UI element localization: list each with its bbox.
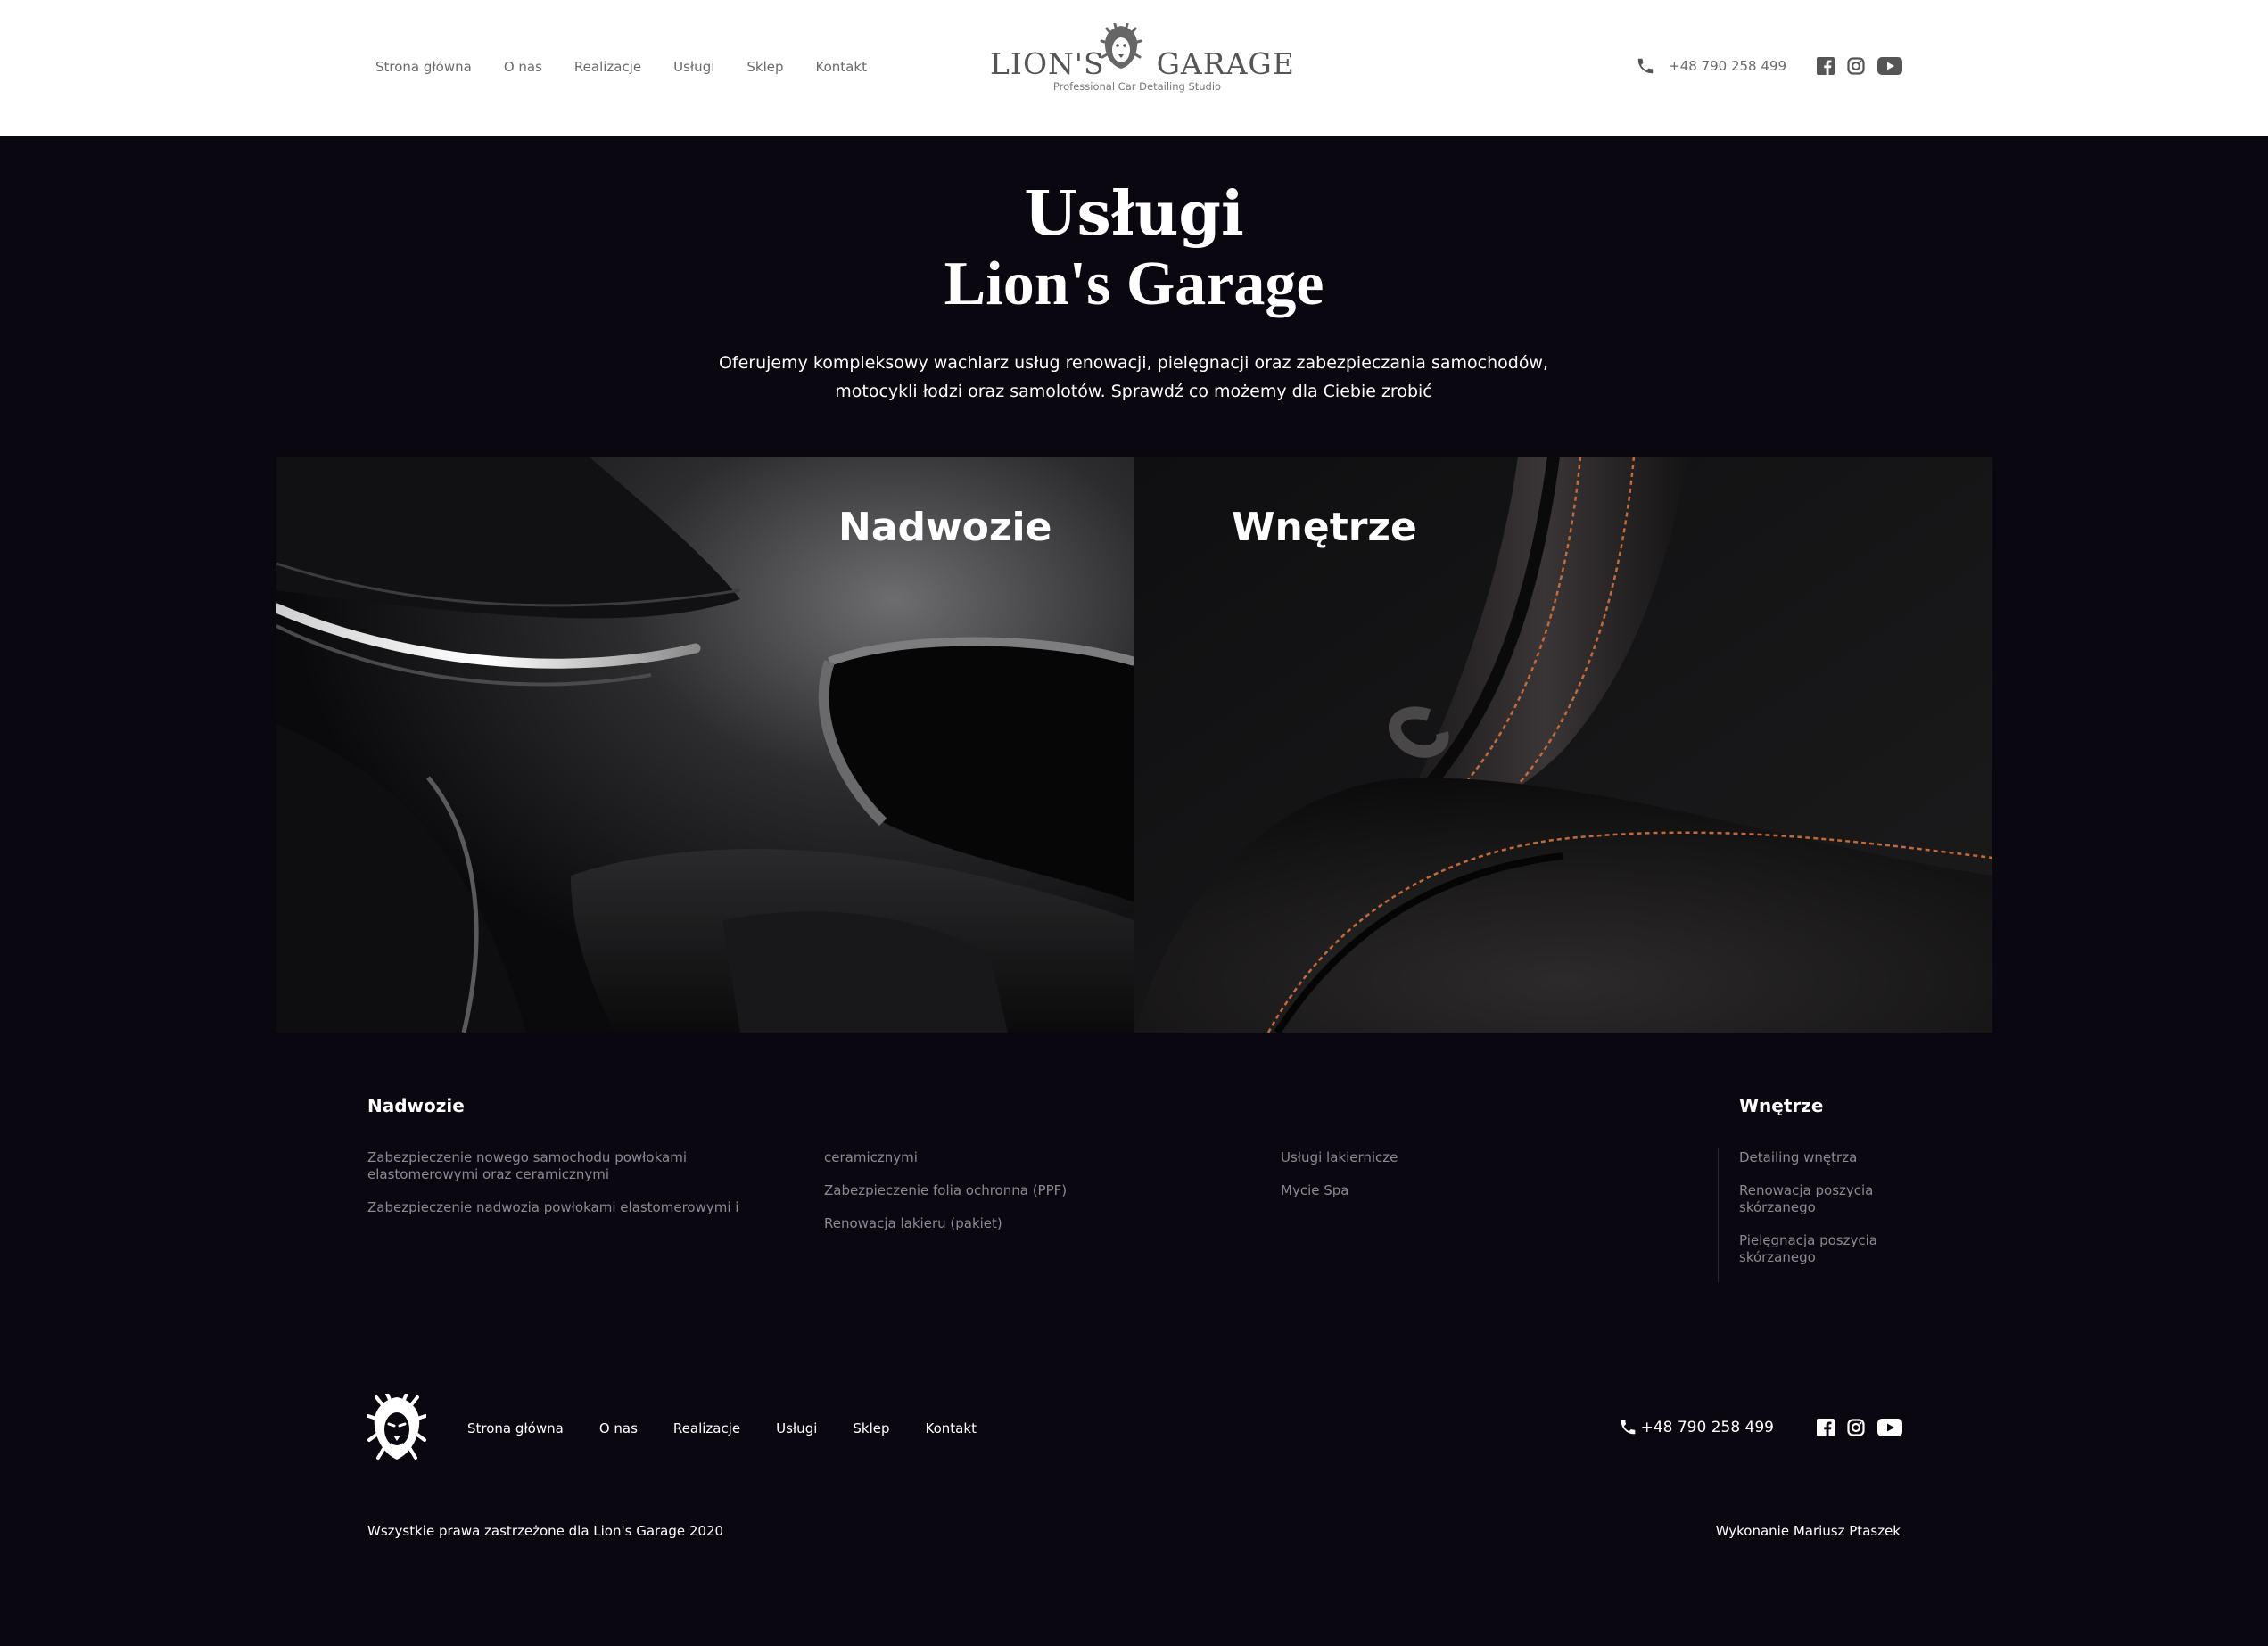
service-link[interactable]: Usługi lakiernicze (1281, 1149, 1548, 1166)
instagram-icon[interactable] (1847, 57, 1865, 75)
youtube-icon[interactable] (1877, 1418, 1902, 1436)
credits-text: Wykonanie Mariusz Ptaszek (1715, 1523, 1901, 1539)
hero-description-line2: motocykli łodzi oraz samolotów. Sprawdź … (835, 382, 1432, 401)
service-link[interactable]: Zabezpieczenie nadwozia powłokami elasto… (367, 1199, 760, 1216)
facebook-icon[interactable] (1817, 1418, 1835, 1436)
nav-link-about[interactable]: O nas (504, 59, 542, 75)
footer-phone-number[interactable]: +48 790 258 499 (1641, 1419, 1774, 1436)
nav-link-services[interactable]: Usługi (673, 59, 714, 75)
main-nav: Strona główna O nas Realizacje Usługi Sk… (375, 59, 867, 75)
header-social-links (1817, 57, 1902, 75)
page-title: Usługi (1024, 178, 1244, 250)
site-header: Strona główna O nas Realizacje Usługi Sk… (0, 0, 2268, 136)
hero-description-line1: Oferujemy kompleksowy wachlarz usług ren… (718, 353, 1549, 373)
footer-nav: Strona główna O nas Realizacje Usługi Sk… (467, 1420, 977, 1436)
nav-link-projects[interactable]: Realizacje (574, 59, 641, 75)
logo-text-left: LION'S (990, 46, 1105, 81)
header-contact: +48 790 258 499 (1636, 56, 1902, 76)
service-link[interactable]: Pielęgnacja poszycia skórzanego (1739, 1232, 1909, 1266)
service-link[interactable]: Mycie Spa (1281, 1182, 1548, 1199)
header-phone-number[interactable]: +48 790 258 499 (1669, 58, 1786, 74)
services-heading-nadwozie: Nadwozie (367, 1095, 465, 1116)
phone-icon (1621, 1420, 1635, 1435)
tile-label-wnetrze: Wnętrze (1232, 505, 1417, 550)
youtube-icon[interactable] (1877, 57, 1902, 75)
services-divider (1718, 1148, 1719, 1282)
hero-description: Oferujemy kompleksowy wachlarz usług ren… (688, 349, 1579, 406)
service-link[interactable]: ceramicznymi (824, 1149, 1181, 1166)
page: Strona główna O nas Realizacje Usługi Sk… (0, 0, 2268, 1646)
nav-link-contact[interactable]: Kontakt (816, 59, 867, 75)
logo-text-right: GARAGE (1156, 46, 1295, 81)
footer-nav-link-projects[interactable]: Realizacje (673, 1420, 740, 1436)
service-link[interactable]: Zabezpieczenie folia ochronna (PPF) (824, 1182, 1181, 1199)
services-list-nadwozie-col1: Zabezpieczenie nowego samochodu powłokam… (367, 1149, 760, 1232)
footer-contact: +48 790 258 499 (1619, 1418, 1902, 1436)
services-list-nadwozie-col2: ceramicznymi Zabezpieczenie folia ochron… (824, 1149, 1181, 1248)
service-link[interactable]: Detailing wnętrza (1739, 1149, 1909, 1166)
service-tile-nadwozie[interactable]: Nadwozie (276, 457, 1134, 1033)
logo-tagline: Professional Car Detailing Studio (1052, 80, 1222, 93)
page-subtitle: Lion's Garage (944, 250, 1324, 318)
footer-nav-link-services[interactable]: Usługi (776, 1420, 817, 1436)
tile-label-nadwozie: Nadwozie (838, 505, 1052, 550)
footer-social-links (1817, 1418, 1902, 1436)
service-link[interactable]: Renowacja lakieru (pakiet) (824, 1215, 1181, 1232)
service-link[interactable]: Zabezpieczenie nowego samochodu powłokam… (367, 1149, 760, 1183)
services-list-wnetrze: Detailing wnętrza Renowacja poszycia skó… (1739, 1149, 1909, 1282)
service-tile-wnetrze[interactable]: Wnętrze (1134, 457, 1992, 1033)
footer-nav-link-shop[interactable]: Sklep (853, 1420, 889, 1436)
services-heading-wnetrze: Wnętrze (1739, 1095, 1824, 1116)
footer-nav-link-home[interactable]: Strona główna (467, 1420, 564, 1436)
site-logo[interactable]: LION'S GARAGE Professional Car Detailing … (990, 23, 1294, 102)
nav-link-shop[interactable]: Sklep (746, 59, 783, 75)
copyright-text: Wszystkie prawa zastrzeżone dla Lion's G… (367, 1523, 724, 1539)
phone-icon (1637, 58, 1654, 74)
nav-link-home[interactable]: Strona główna (375, 59, 472, 75)
footer-nav-link-about[interactable]: O nas (599, 1420, 638, 1436)
footer-nav-link-contact[interactable]: Kontakt (926, 1420, 977, 1436)
instagram-icon[interactable] (1847, 1418, 1865, 1436)
facebook-icon[interactable] (1817, 57, 1835, 75)
service-link[interactable]: Renowacja poszycia skórzanego (1739, 1182, 1909, 1216)
services-list-nadwozie-col3: Usługi lakiernicze Mycie Spa (1281, 1149, 1548, 1215)
footer-lion-logo-icon[interactable] (367, 1394, 426, 1463)
